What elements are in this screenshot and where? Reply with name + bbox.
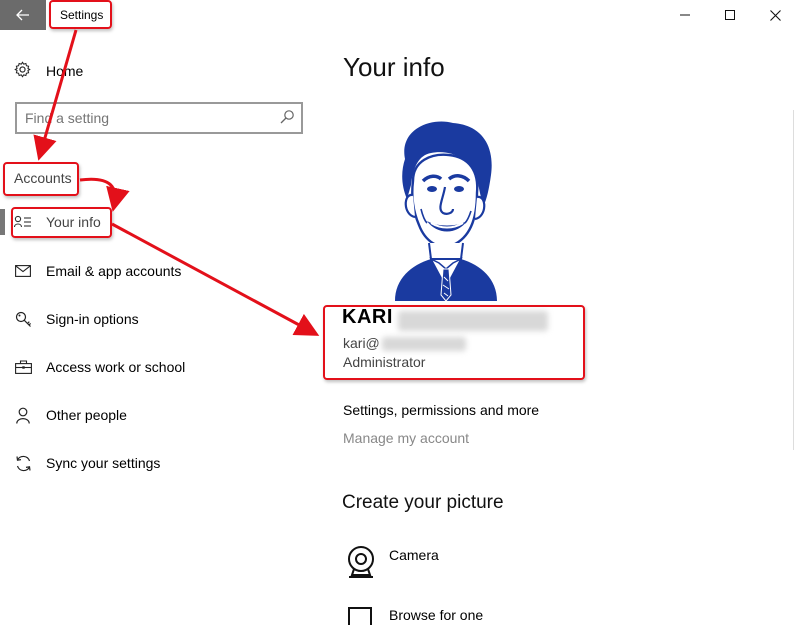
sidebar-item-label: Email & app accounts xyxy=(46,263,182,279)
sidebar-item-label: Sync your settings xyxy=(46,455,161,471)
minimize-button[interactable] xyxy=(662,0,708,30)
browse-option[interactable]: Browse for one xyxy=(346,605,483,625)
create-picture-heading: Create your picture xyxy=(342,492,504,513)
close-icon xyxy=(769,9,781,21)
sidebar-item-access-work-school[interactable]: Access work or school xyxy=(0,350,320,384)
briefcase-icon xyxy=(0,360,46,374)
home-label: Home xyxy=(46,63,84,79)
scrollbar-track[interactable] xyxy=(793,110,794,450)
manage-account-link[interactable]: Manage my account xyxy=(343,430,469,446)
browse-label: Browse for one xyxy=(389,607,484,623)
annotation-box-user-details xyxy=(323,305,585,380)
annotation-box-title xyxy=(49,0,112,29)
sidebar-item-sign-in-options[interactable]: Sign-in options xyxy=(0,302,320,336)
page-title: Your info xyxy=(343,52,445,82)
minimize-icon xyxy=(680,14,690,16)
gear-icon xyxy=(14,60,34,82)
sidebar-item-sync-settings[interactable]: Sync your settings xyxy=(0,446,320,480)
sidebar-item-label: Other people xyxy=(46,407,127,423)
annotation-box-your-info xyxy=(11,207,112,238)
annotation-box-accounts xyxy=(3,162,79,196)
search-icon[interactable] xyxy=(279,109,295,125)
user-avatar xyxy=(395,121,497,301)
camera-label: Camera xyxy=(389,547,439,563)
arrow-title-to-accounts xyxy=(33,29,78,161)
title-bar: Settings xyxy=(0,0,798,30)
mail-icon xyxy=(0,265,46,277)
sync-icon xyxy=(0,455,46,472)
maximize-icon xyxy=(725,10,735,20)
maximize-button[interactable] xyxy=(707,0,753,30)
search-input[interactable] xyxy=(17,104,267,132)
arrow-accounts-to-your-info xyxy=(79,177,130,212)
close-button[interactable] xyxy=(752,0,798,30)
sidebar-item-label: Sign-in options xyxy=(46,311,139,327)
back-arrow-icon xyxy=(16,9,29,21)
sidebar-item-other-people[interactable]: Other people xyxy=(0,398,320,432)
camera-icon xyxy=(348,546,374,578)
sidebar-item-email-app-accounts[interactable]: Email & app accounts xyxy=(0,254,320,288)
settings-permissions-text: Settings, permissions and more xyxy=(343,402,540,418)
camera-option[interactable]: Camera xyxy=(346,545,439,579)
back-button[interactable] xyxy=(0,0,46,30)
home-nav-item[interactable]: Home xyxy=(14,58,83,84)
browse-icon xyxy=(348,607,372,625)
search-box[interactable] xyxy=(15,102,303,134)
sidebar-item-label: Access work or school xyxy=(46,359,186,375)
person-icon xyxy=(0,407,46,424)
key-icon xyxy=(0,311,46,328)
